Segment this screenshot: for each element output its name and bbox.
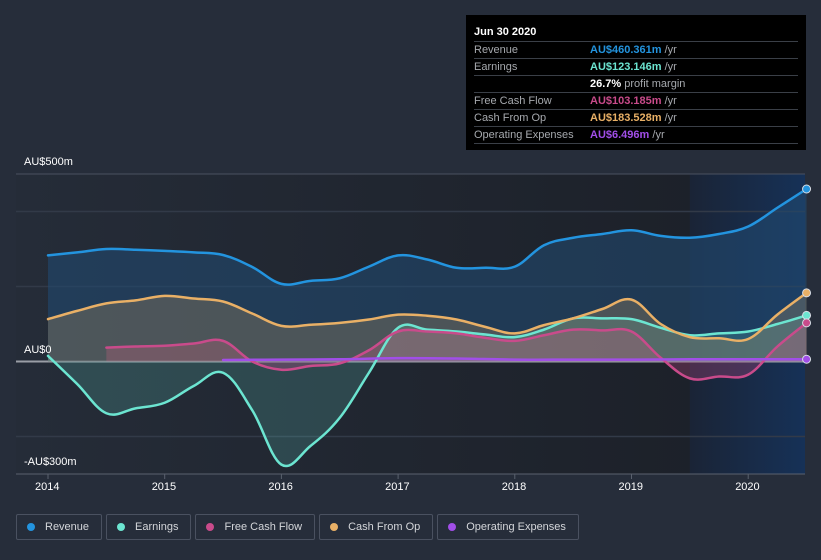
tooltip-value: AU$6.496m /yr bbox=[590, 129, 665, 141]
tooltip-label: Cash From Op bbox=[474, 112, 547, 124]
x-tick-label: 2016 bbox=[268, 481, 293, 493]
x-tick-label: 2018 bbox=[501, 481, 527, 493]
legend-dot-icon bbox=[448, 523, 457, 531]
x-tick-label: 2020 bbox=[735, 481, 760, 493]
tooltip-value: AU$103.185m /yr bbox=[590, 95, 677, 107]
tooltip-label: Revenue bbox=[474, 44, 519, 56]
x-tick-label: 2015 bbox=[151, 481, 177, 493]
tooltip-row: Free Cash Flow AU$103.185m /yr bbox=[474, 93, 798, 110]
legend-dot-icon bbox=[330, 523, 339, 531]
data-tooltip: Jun 30 2020 Revenue AU$460.361m /yr Earnin… bbox=[466, 15, 806, 150]
legend-label: Free Cash Flow bbox=[224, 521, 303, 533]
tooltip-value: AU$460.361m /yr bbox=[590, 44, 677, 56]
legend-item-earnings[interactable]: Earnings bbox=[106, 514, 192, 540]
operating-expenses-endpoint bbox=[802, 354, 812, 364]
cash-from-op-endpoint bbox=[802, 288, 812, 298]
tooltip-date: Jun 30 2020 bbox=[474, 23, 798, 42]
x-tick-label: 2019 bbox=[618, 481, 643, 493]
y-axis-bottom-label: -AU$300m bbox=[24, 456, 77, 468]
tooltip-label: Free Cash Flow bbox=[474, 95, 552, 107]
tooltip-label: Operating Expenses bbox=[474, 129, 574, 141]
tooltip-row: 26.7% profit margin bbox=[474, 76, 798, 93]
legend-label: Revenue bbox=[45, 521, 90, 533]
x-tick-label: 2014 bbox=[35, 481, 60, 493]
tooltip-row: Cash From Op AU$183.528m /yr bbox=[474, 110, 798, 127]
y-axis-top-label: AU$500m bbox=[24, 156, 73, 168]
legend-dot-icon bbox=[206, 523, 215, 531]
tooltip-row: Earnings AU$123.146m /yr bbox=[474, 59, 798, 76]
tooltip-label bbox=[474, 76, 590, 92]
legend-dot-icon bbox=[117, 523, 126, 531]
x-tick-label: 2017 bbox=[385, 481, 410, 493]
legend-label: Operating Expenses bbox=[466, 521, 566, 533]
revenue-endpoint bbox=[802, 184, 812, 194]
legend-dot-icon bbox=[27, 523, 35, 531]
tooltip-row: Operating Expenses AU$6.496m /yr bbox=[474, 127, 798, 144]
legend-label: Cash From Op bbox=[348, 521, 421, 533]
legend-label: Earnings bbox=[135, 521, 179, 533]
legend-item-free-cash-flow[interactable]: Free Cash Flow bbox=[195, 514, 316, 540]
tooltip-value: AU$183.528m /yr bbox=[590, 112, 677, 124]
chart-legend: Revenue Earnings Free Cash Flow Cash From O… bbox=[16, 514, 579, 540]
legend-item-revenue[interactable]: Revenue bbox=[16, 514, 103, 540]
tooltip-row: Revenue AU$460.361m /yr bbox=[474, 42, 798, 59]
legend-item-cash-from-op[interactable]: Cash From Op bbox=[319, 514, 434, 540]
tooltip-value: 26.7% profit margin bbox=[590, 78, 686, 90]
y-axis-zero-label: AU$0 bbox=[24, 344, 52, 356]
free-cash-flow-endpoint bbox=[802, 318, 812, 328]
tooltip-value: AU$123.146m /yr bbox=[590, 61, 677, 73]
legend-item-operating-expenses[interactable]: Operating Expenses bbox=[437, 514, 579, 540]
tooltip-label: Earnings bbox=[474, 61, 518, 73]
earnings-endpoint bbox=[802, 310, 812, 320]
